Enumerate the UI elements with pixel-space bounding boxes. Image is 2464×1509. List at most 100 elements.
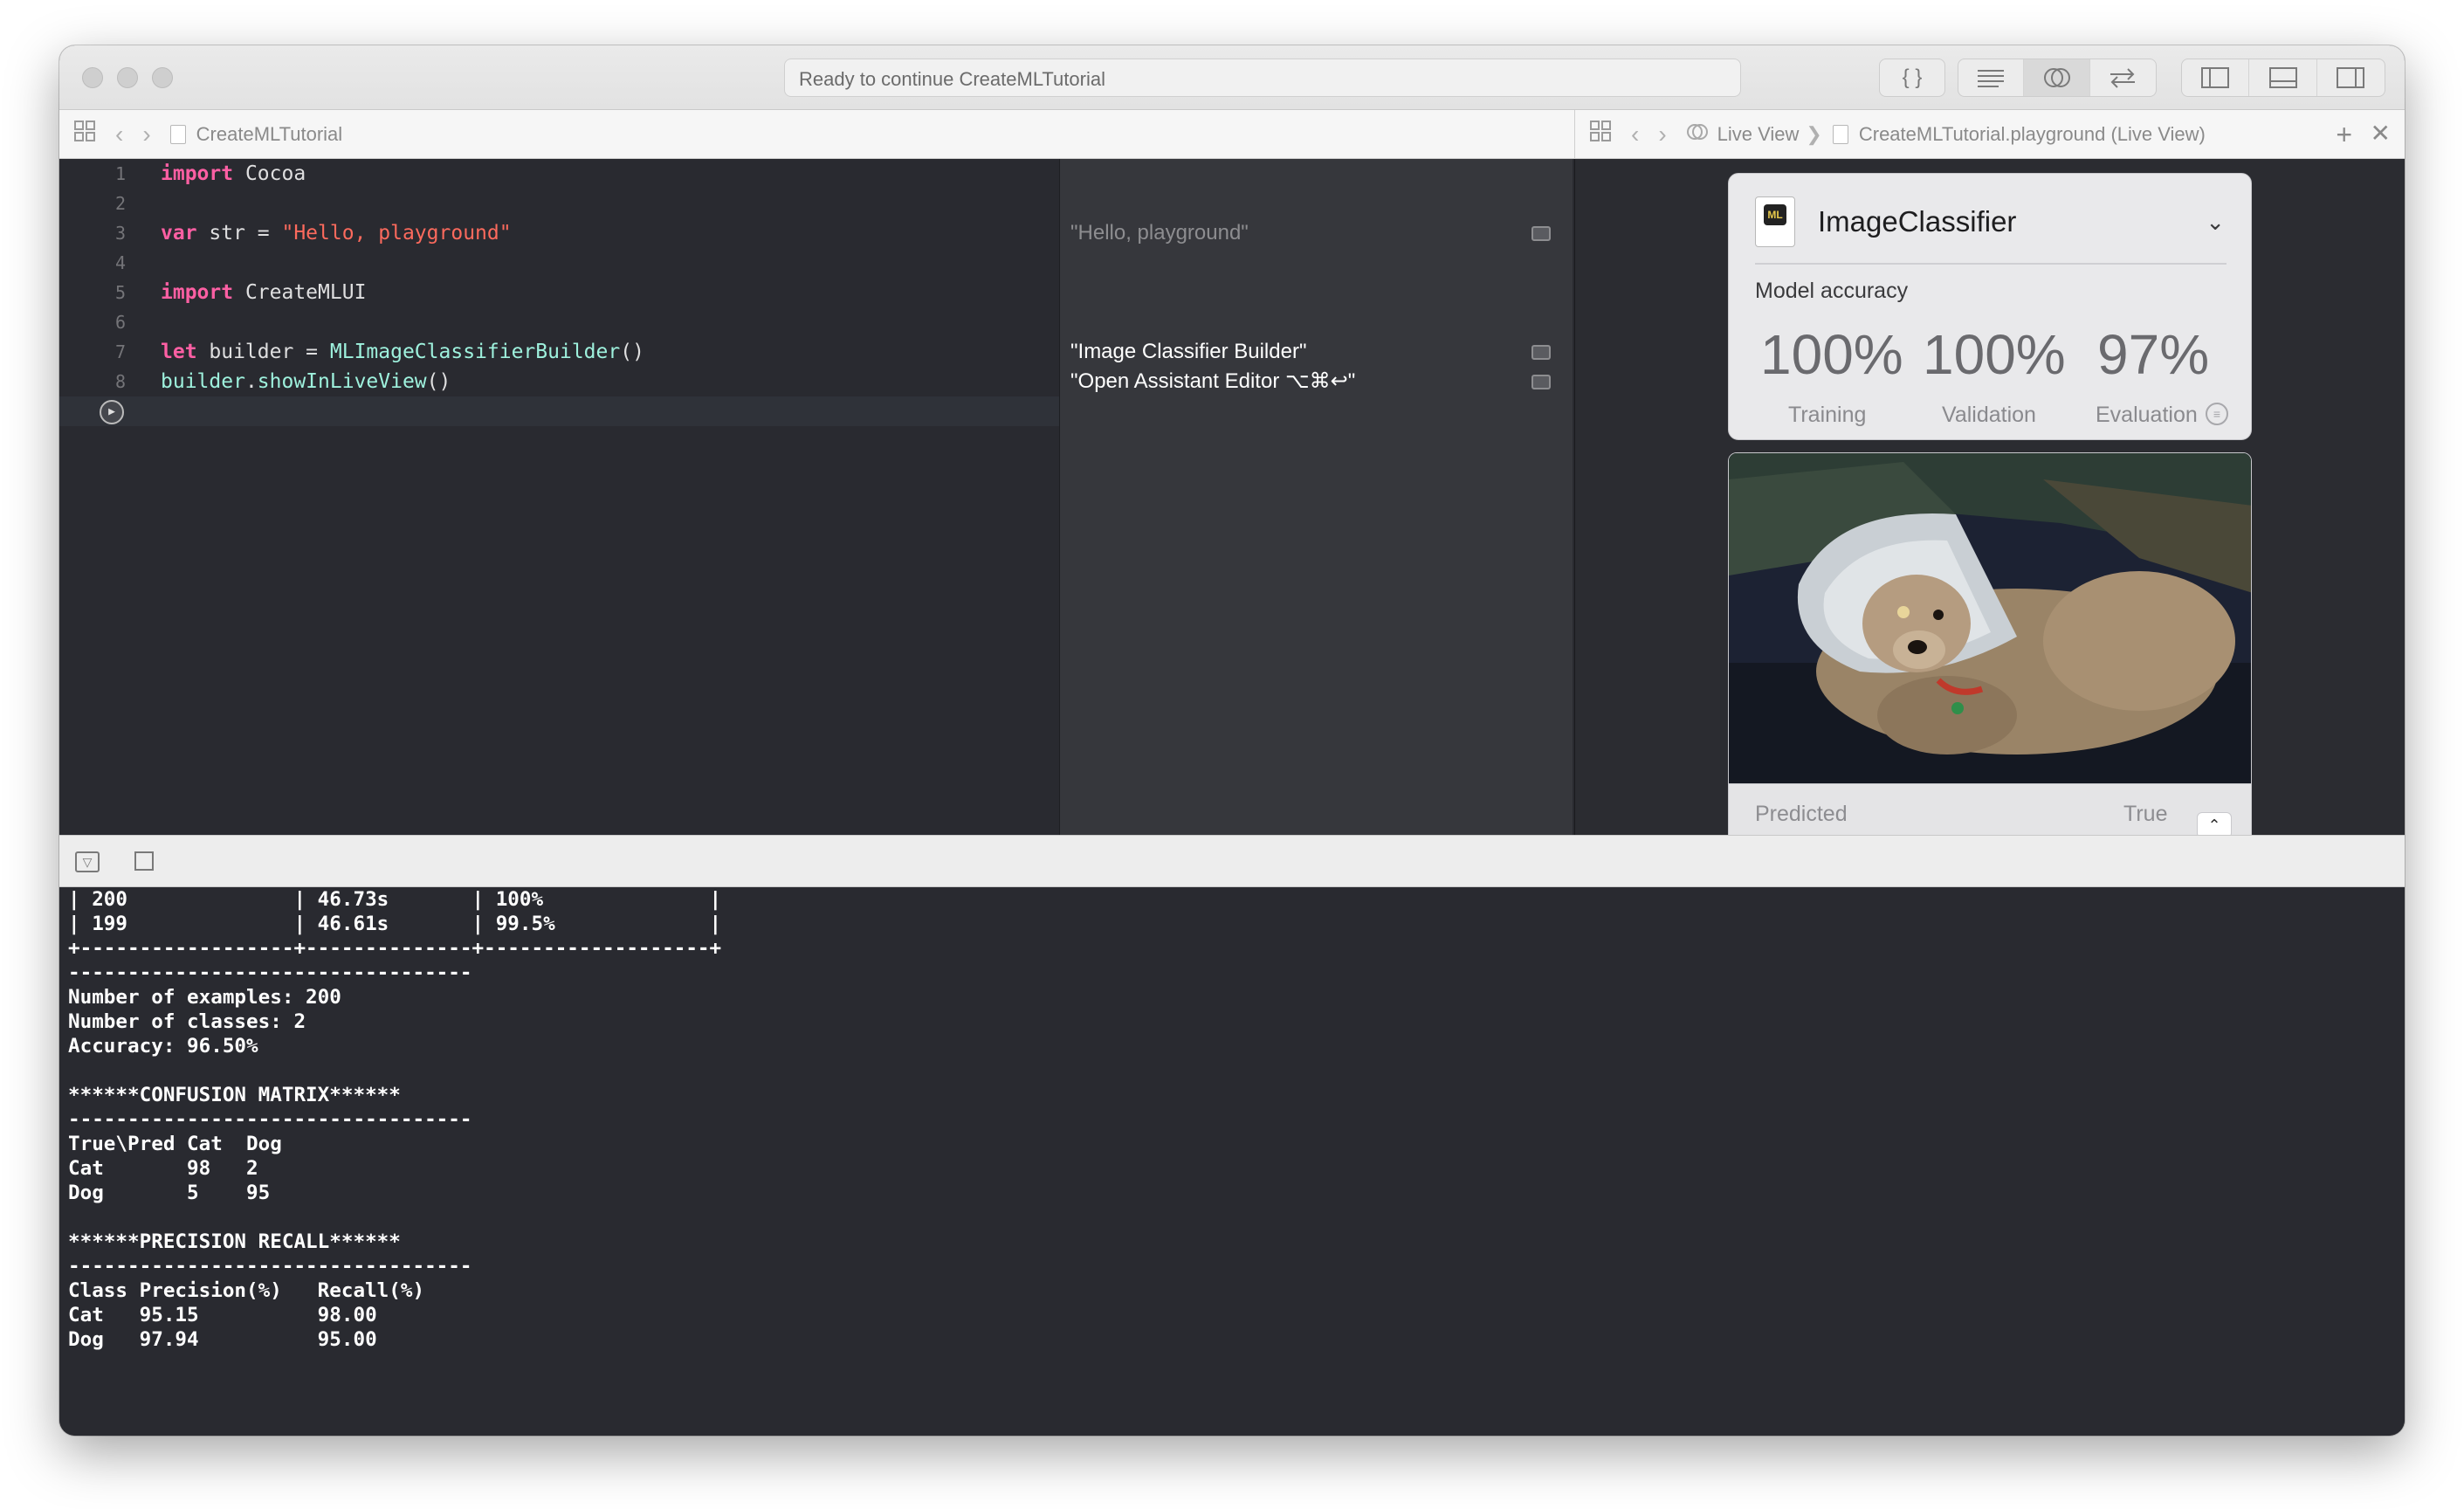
related-items-icon[interactable]: [73, 120, 96, 148]
ml-badge: ML: [1764, 204, 1786, 225]
swift-file-icon: [169, 124, 186, 144]
mlmodel-file-icon: ML: [1755, 196, 1795, 247]
dog-photo-icon: [1729, 453, 2251, 783]
result-value: "Hello, playground": [1070, 221, 1249, 245]
zoom-window-button[interactable]: [152, 67, 173, 88]
code-text: (): [426, 370, 451, 393]
hide-debug-area-icon[interactable]: ▽: [75, 851, 100, 872]
version-editor-button[interactable]: [2090, 59, 2156, 96]
back-chevron-icon[interactable]: ‹: [1631, 121, 1639, 148]
code-line[interactable]: 6: [59, 307, 1059, 337]
assistant-editor-icon: [2043, 68, 2070, 87]
live-view-jump-bar: ‹ › Live View ❯ CreateMLTutorial.playgro…: [1574, 110, 2405, 159]
line-number: 8: [114, 371, 126, 392]
code-text: CreateMLUI: [233, 281, 367, 304]
breadcrumb-live-view[interactable]: Live View: [1717, 123, 1800, 146]
result-line-8: "Open Assistant Editor ⌥⌘↩": [1070, 367, 1559, 396]
keyword: let: [161, 341, 197, 363]
divider: [1755, 263, 2227, 265]
method-name: showInLiveView: [257, 370, 427, 393]
keyword: import: [161, 162, 234, 185]
editor-jump-bar: ‹ › CreateMLTutorial: [59, 110, 1574, 159]
code-text: .: [244, 370, 258, 393]
string-literal: "Hello, playground": [281, 222, 512, 245]
debug-area-toggle-button[interactable]: [2249, 59, 2317, 96]
line-number: 7: [114, 341, 126, 362]
code-line[interactable]: 4: [59, 248, 1059, 278]
chevron-down-icon[interactable]: ⌄: [2206, 209, 2225, 236]
live-view-mode-icon: [1686, 121, 1709, 148]
current-code-line[interactable]: ▶: [59, 396, 1059, 426]
title-bar: Ready to continue CreateMLTutorial { }: [59, 45, 2405, 110]
close-window-button[interactable]: [82, 67, 103, 88]
code-line[interactable]: 2: [59, 189, 1059, 218]
keyword: import: [161, 281, 234, 304]
line-number: 3: [114, 223, 126, 244]
identifier: builder: [161, 370, 245, 393]
code-line[interactable]: 7 let builder = MLImageClassifierBuilder…: [59, 337, 1059, 367]
model-name[interactable]: ImageClassifier: [1818, 205, 2016, 238]
breadcrumb-separator-icon: ❯: [1806, 122, 1822, 145]
quick-look-icon[interactable]: [1531, 375, 1551, 389]
predicted-label: Predicted: [1755, 802, 1848, 826]
debug-bar: ▽: [59, 835, 2405, 887]
minimize-window-button[interactable]: [117, 67, 138, 88]
code-snippet-icon: { }: [1902, 65, 1923, 89]
code-snippet-button[interactable]: { }: [1879, 59, 1945, 97]
related-items-icon[interactable]: [1589, 120, 1612, 148]
editor-mode-control: [1958, 59, 2157, 97]
code-text: Cocoa: [233, 162, 306, 185]
debug-area-toggle-icon: [2268, 67, 2297, 88]
code-line[interactable]: 3 var str = "Hello, playground": [59, 218, 1059, 248]
forward-chevron-icon[interactable]: ›: [1658, 121, 1666, 148]
result-line-7: "Image Classifier Builder": [1070, 337, 1559, 367]
keyword: var: [161, 222, 197, 245]
result-value: "Image Classifier Builder": [1070, 340, 1307, 363]
utilities-toggle-icon: [2337, 67, 2365, 88]
add-editor-icon[interactable]: +: [2336, 119, 2352, 151]
quick-look-icon[interactable]: [1531, 345, 1551, 360]
xcode-window: Ready to continue CreateMLTutorial { } ‹…: [59, 45, 2405, 1436]
class-name: MLImageClassifierBuilder: [329, 341, 621, 363]
console-text: | 200 | 46.73s | 100% | | 199 | 46.61s |…: [68, 888, 722, 1351]
navigator-toggle-button[interactable]: [2182, 59, 2250, 96]
prediction-header: Predicted True ⌃: [1728, 784, 2252, 838]
validation-accuracy-value: 100%: [1923, 323, 2066, 386]
code-text: (): [620, 341, 644, 363]
view-toggles: [2181, 59, 2385, 97]
standard-editor-icon: [1978, 70, 2005, 87]
evaluation-accuracy-value: 97%: [2097, 323, 2210, 386]
model-accuracy-label: Model accuracy: [1755, 279, 1909, 303]
breadcrumb-playground[interactable]: CreateMLTutorial.playground (Live View): [1859, 123, 2206, 146]
version-editor-icon: [2110, 68, 2136, 88]
console-output[interactable]: | 200 | 46.73s | 100% | | 199 | 46.61s |…: [59, 887, 2405, 1436]
utilities-toggle-button[interactable]: [2317, 59, 2385, 96]
true-label: True: [2123, 802, 2168, 826]
close-editor-icon[interactable]: ✕: [2371, 119, 2391, 148]
code-text: builder =: [196, 341, 330, 363]
training-accuracy-value: 100%: [1760, 323, 1903, 386]
run-playground-button[interactable]: ▶: [100, 400, 124, 424]
forward-chevron-icon[interactable]: ›: [142, 121, 150, 148]
info-icon[interactable]: ≡: [2206, 403, 2228, 425]
standard-editor-button[interactable]: [1958, 59, 2025, 96]
code-line[interactable]: 8 builder.showInLiveView(): [59, 367, 1059, 396]
line-number: 6: [114, 312, 126, 333]
line-number: 5: [114, 282, 126, 303]
back-chevron-icon[interactable]: ‹: [115, 121, 123, 148]
editor-breadcrumb-file[interactable]: CreateMLTutorial: [196, 123, 343, 146]
line-number: 1: [114, 163, 126, 184]
quick-look-icon[interactable]: [1531, 226, 1551, 241]
results-sidebar: "Hello, playground" "Image Classifier Bu…: [1059, 159, 1573, 835]
stop-icon[interactable]: [134, 851, 154, 871]
code-line[interactable]: 5 import CreateMLUI: [59, 278, 1059, 307]
playground-file-icon: [1832, 124, 1848, 144]
play-icon: ▶: [108, 405, 115, 418]
validation-label: Validation: [1942, 403, 2036, 427]
navigator-toggle-icon: [2201, 67, 2230, 88]
assistant-editor-button[interactable]: [2024, 59, 2090, 96]
live-view-pane: ML ImageClassifier ⌄ Model accuracy 100%…: [1574, 159, 2405, 838]
line-number: 2: [114, 193, 126, 214]
code-line[interactable]: 1 import Cocoa: [59, 159, 1059, 189]
source-editor[interactable]: 1 import Cocoa 2 3 var str = "Hello, pla…: [59, 159, 1059, 835]
